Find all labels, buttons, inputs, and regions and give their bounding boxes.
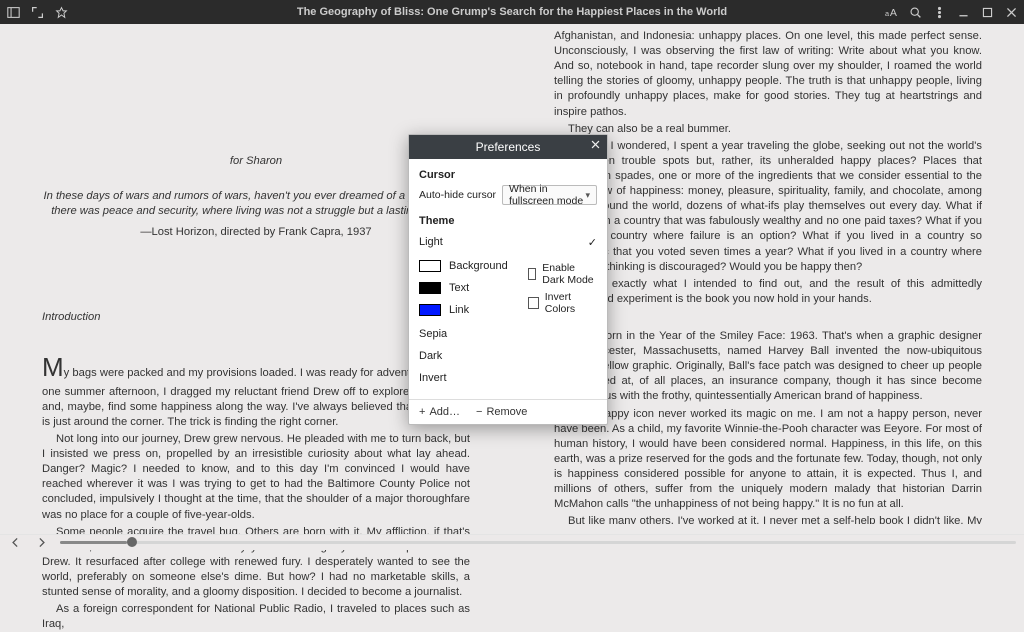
auto-hide-row: Auto-hide cursor When in fullscreen mode… xyxy=(419,185,597,205)
checkbox-icon xyxy=(528,297,539,309)
color-swatch xyxy=(419,260,441,272)
remove-label: Remove xyxy=(486,406,527,418)
search-icon[interactable] xyxy=(908,5,922,19)
invert-colors-checkbox[interactable]: Invert Colors xyxy=(528,291,597,315)
theme-option-list: Sepia Dark Invert xyxy=(419,323,597,389)
body-para: That is exactly what I intended to find … xyxy=(554,277,982,307)
title-bar: The Geography of Bliss: One Grump's Sear… xyxy=(0,0,1024,24)
dialog-actions: + Add… − Remove xyxy=(409,399,607,424)
cursor-section-label: Cursor xyxy=(419,169,597,181)
theme-option-link[interactable]: Link xyxy=(419,299,514,321)
chapter-title: Introduction xyxy=(42,310,470,325)
sidebar-toggle-icon[interactable] xyxy=(6,5,20,19)
plus-icon: + xyxy=(419,406,425,418)
bookmark-icon[interactable] xyxy=(54,5,68,19)
epigraph: In these days of wars and rumors of wars… xyxy=(42,189,470,219)
body-para: But like many others, I've worked at it.… xyxy=(554,514,982,524)
theme-option-light[interactable]: Light ✓ xyxy=(419,231,597,253)
theme-label: Light xyxy=(419,236,443,248)
body-para: I was born in the Year of the Smiley Fac… xyxy=(554,329,982,405)
check-label: Invert Colors xyxy=(545,291,597,315)
body-para: Ball's happy icon never worked its magic… xyxy=(554,407,982,513)
epigraph-attribution: —Lost Horizon, directed by Frank Capra, … xyxy=(42,225,470,240)
dialog-title: Preferences xyxy=(476,140,541,154)
preferences-dialog: Preferences Cursor Auto-hide cursor When… xyxy=(408,134,608,425)
theme-option-invert[interactable]: Invert xyxy=(419,367,597,389)
expand-icon[interactable] xyxy=(30,5,44,19)
auto-hide-select[interactable]: When in fullscreen mode ▾ xyxy=(502,185,597,205)
theme-swatch-list: Background Text Link xyxy=(419,255,514,321)
prev-page-icon[interactable] xyxy=(8,536,22,550)
close-window-icon[interactable] xyxy=(1004,5,1018,19)
theme-option-dark[interactable]: Dark xyxy=(419,345,597,367)
theme-label: Sepia xyxy=(419,328,447,340)
dialog-body: Cursor Auto-hide cursor When in fullscre… xyxy=(409,159,607,399)
maximize-icon[interactable] xyxy=(980,5,994,19)
check-icon: ✓ xyxy=(588,236,597,249)
progress-thumb[interactable] xyxy=(127,537,137,547)
theme-option-background[interactable]: Background xyxy=(419,255,514,277)
book-title: The Geography of Bliss: One Grump's Sear… xyxy=(0,6,1024,18)
minus-icon: − xyxy=(476,406,482,418)
remove-theme-button[interactable]: − Remove xyxy=(476,406,527,418)
body-para: My bags were packed and my provisions lo… xyxy=(42,350,470,430)
bottom-bar xyxy=(0,534,1024,550)
dialog-close-icon[interactable] xyxy=(590,139,601,153)
color-swatch xyxy=(419,282,441,294)
minimize-icon[interactable] xyxy=(956,5,970,19)
color-swatch xyxy=(419,304,441,316)
theme-section-label: Theme xyxy=(419,215,597,227)
theme-label: Background xyxy=(449,260,508,272)
next-page-icon[interactable] xyxy=(34,536,48,550)
theme-label: Dark xyxy=(419,350,442,362)
theme-option-text[interactable]: Text xyxy=(419,277,514,299)
add-label: Add… xyxy=(429,406,460,418)
body-para: Afghanistan, and Indonesia: unhappy plac… xyxy=(554,29,982,120)
enable-dark-checkbox[interactable]: Enable Dark Mode xyxy=(528,262,597,286)
body-para: They can also be a real bummer. xyxy=(554,122,982,137)
theme-label: Link xyxy=(449,304,469,316)
title-bar-left xyxy=(6,5,68,19)
body-para: Not long into our journey, Drew grew ner… xyxy=(42,432,470,523)
body-para: What if, I wondered, I spent a year trav… xyxy=(554,139,982,275)
checkbox-icon xyxy=(528,268,536,280)
kebab-menu-icon[interactable] xyxy=(932,5,946,19)
chevron-down-icon: ▾ xyxy=(585,190,590,201)
font-toggle-icon[interactable]: aA xyxy=(884,5,898,19)
svg-text:A: A xyxy=(889,6,897,18)
theme-label: Text xyxy=(449,282,469,294)
body-para: As a foreign correspondent for National … xyxy=(42,602,470,632)
theme-label: Invert xyxy=(419,372,447,384)
auto-hide-label: Auto-hide cursor xyxy=(419,189,496,201)
add-theme-button[interactable]: + Add… xyxy=(419,406,460,418)
theme-option-sepia[interactable]: Sepia xyxy=(419,323,597,345)
progress-fill xyxy=(60,541,127,544)
theme-check-options: Enable Dark Mode Invert Colors xyxy=(524,257,597,320)
auto-hide-value: When in fullscreen mode xyxy=(509,183,585,207)
dialog-header: Preferences xyxy=(409,135,607,159)
dedication: for Sharon xyxy=(42,154,470,169)
check-label: Enable Dark Mode xyxy=(542,262,597,286)
progress-slider[interactable] xyxy=(60,541,1016,544)
title-bar-right: aA xyxy=(884,5,1018,19)
